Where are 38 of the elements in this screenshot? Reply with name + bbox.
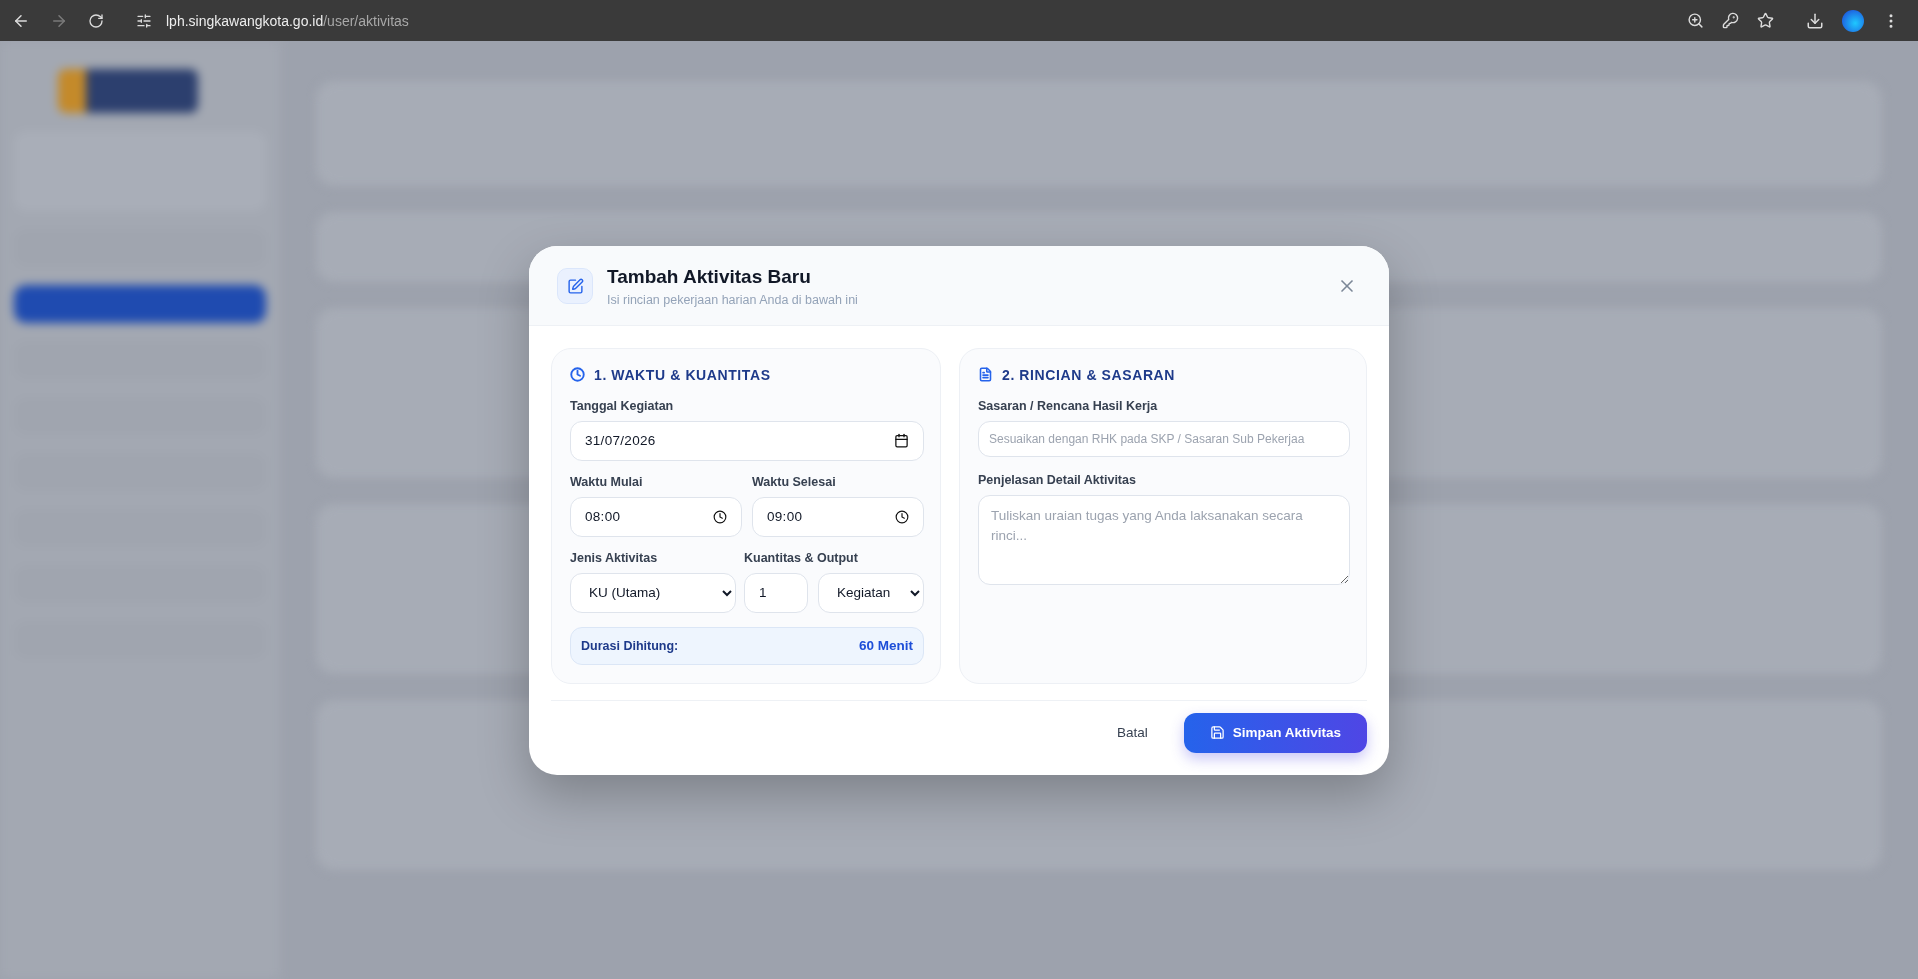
time-field[interactable]: 09:00	[752, 496, 924, 537]
field-label: Tanggal Kegiatan	[570, 398, 675, 413]
field-label: Penjelasan Detail Aktivitas	[978, 472, 1137, 487]
clock-icon	[570, 367, 585, 382]
quantity-field[interactable]: 1	[744, 572, 808, 613]
calendar-icon[interactable]	[894, 433, 909, 448]
cancel-button[interactable]: Batal	[1106, 717, 1158, 748]
unit-select[interactable]: Kegiatan	[818, 572, 924, 613]
duration-value: 60 Menit	[859, 638, 913, 653]
target-input[interactable]: Sesuaikan dengan RHK pada SKP / Sasaran Sub Pekerjaa	[978, 420, 1350, 457]
description-textarea[interactable]: Tuliskan uraian tugas yang Anda laksanakan secara rinci...	[978, 494, 1350, 585]
zoom-icon[interactable]	[1687, 12, 1704, 29]
modal-subtitle: Isi rincian pekerjaan harian Anda di bawah ini	[607, 292, 859, 307]
document-icon	[978, 367, 993, 382]
download-icon[interactable]	[1806, 11, 1824, 30]
save-icon	[1209, 725, 1225, 740]
site-settings-icon[interactable]	[136, 12, 152, 29]
key-icon[interactable]	[1722, 12, 1739, 29]
date-field[interactable]: 31/07/2026	[570, 420, 924, 461]
save-button[interactable]: Simpan Aktivitas	[1183, 712, 1367, 753]
field-label: Waktu Mulai	[570, 474, 644, 489]
clock-icon[interactable]	[713, 509, 727, 524]
field-label: Sasaran / Rencana Hasil Kerja	[978, 398, 1159, 413]
star-icon[interactable]	[1757, 12, 1774, 29]
modal-title: Tambah Aktivitas Baru	[607, 265, 812, 288]
field-label: Waktu Selesai	[752, 474, 837, 489]
edit-icon	[557, 268, 593, 304]
section-title: 2. RINCIAN & SASARAN	[1002, 366, 1175, 383]
reload-icon[interactable]	[88, 12, 104, 29]
field-label: Kuantitas & Output	[744, 550, 859, 565]
activity-type-select[interactable]: KU (Utama)	[570, 572, 736, 613]
clock-icon[interactable]	[895, 509, 909, 524]
section-title: 1. WAKTU & KUANTITAS	[594, 366, 771, 383]
time-field[interactable]: 08:00	[570, 496, 742, 537]
duration-label: Durasi Dihitung:	[581, 638, 679, 653]
field-label: Jenis Aktivitas	[570, 550, 659, 565]
address-bar[interactable]: lph.singkawangkota.go.id/user/aktivitas	[166, 12, 409, 29]
profile-avatar[interactable]	[1842, 9, 1864, 32]
